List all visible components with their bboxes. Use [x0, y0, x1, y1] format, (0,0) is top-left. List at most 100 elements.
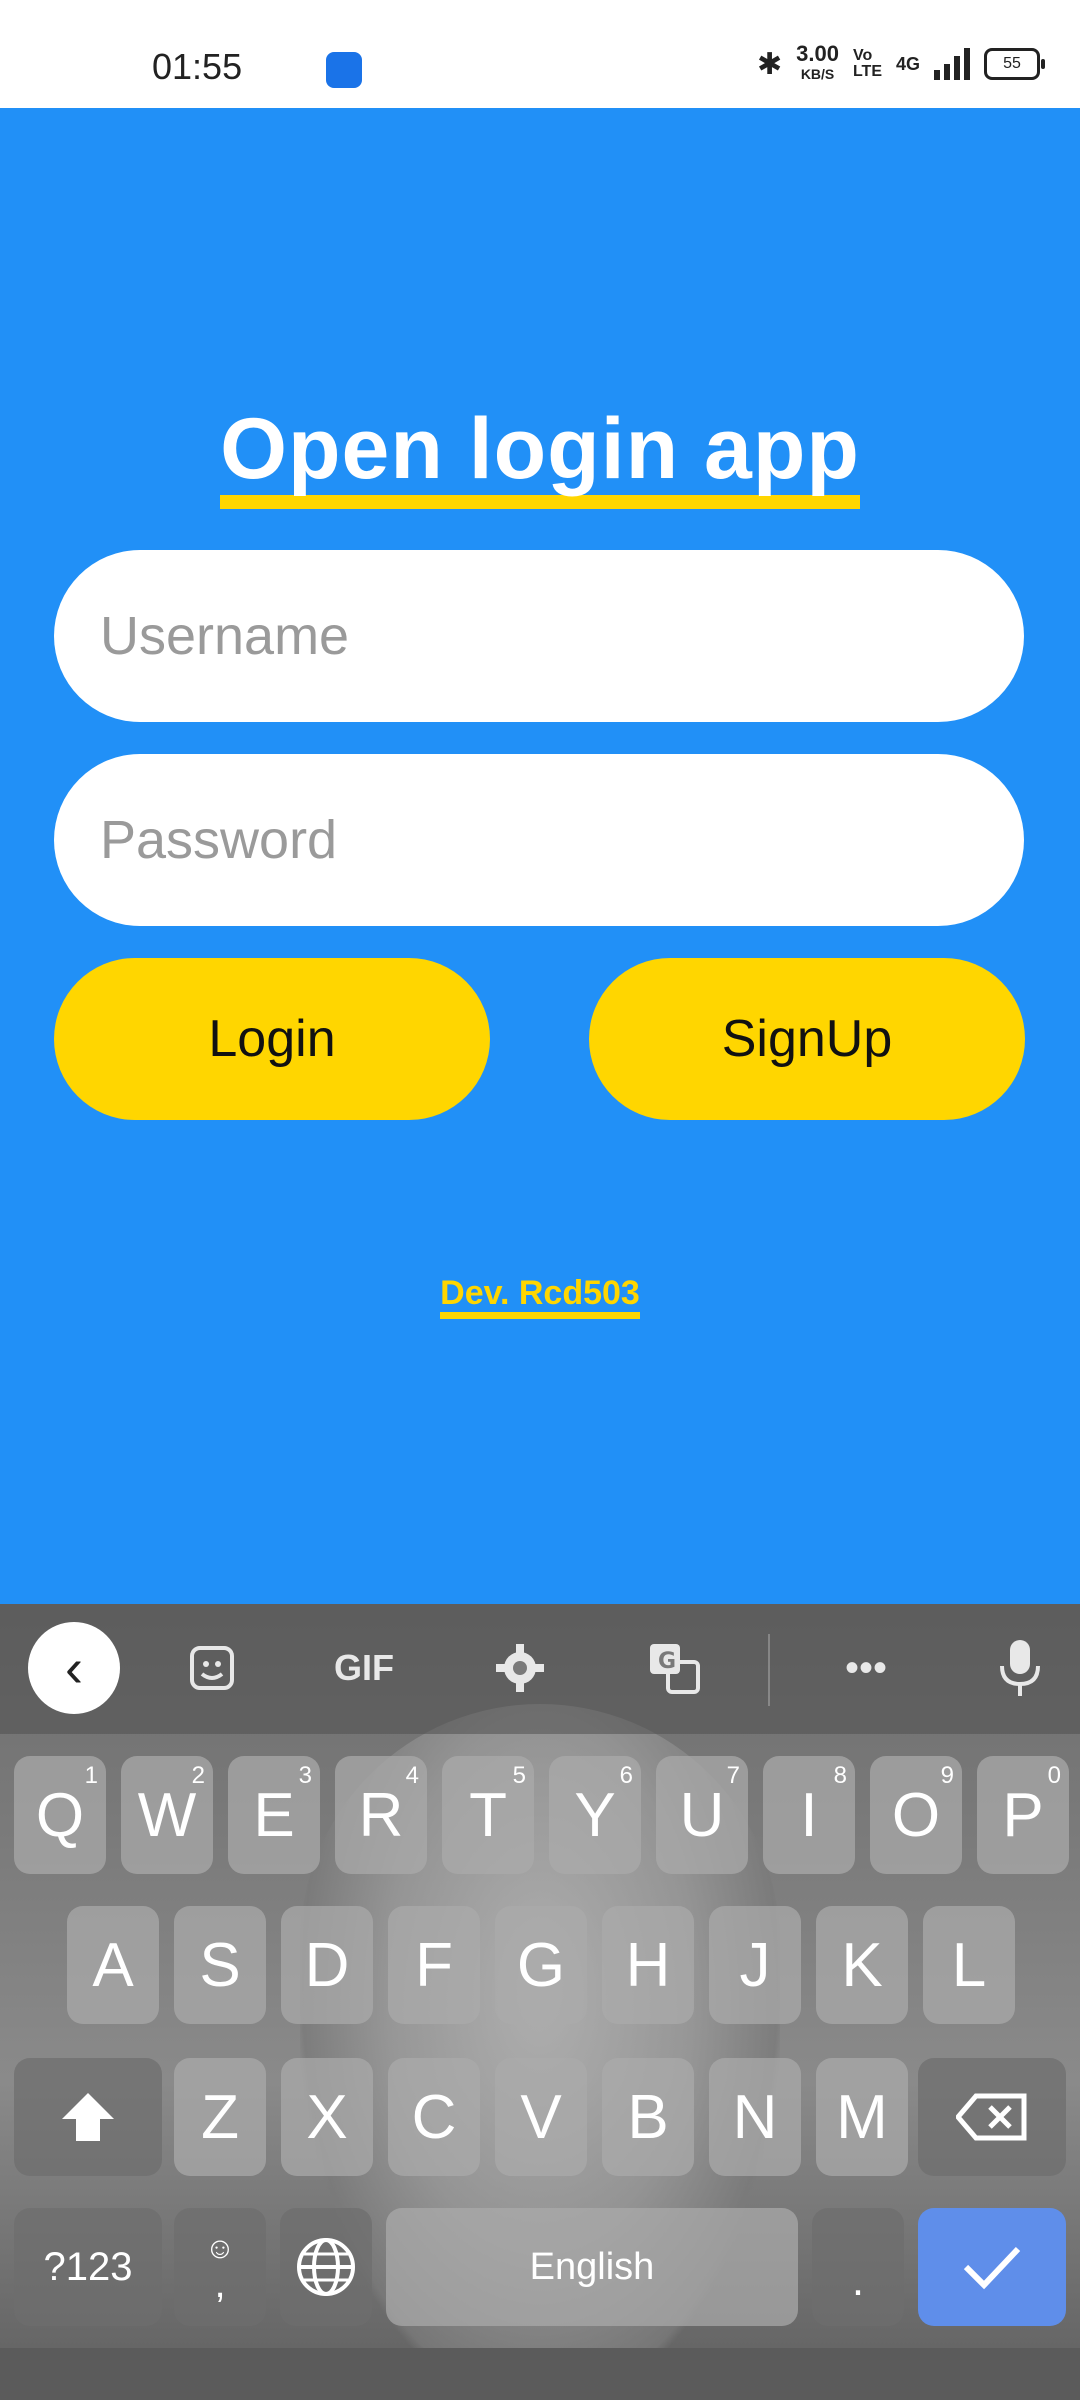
key-q[interactable]: Q1 — [14, 1756, 106, 1874]
sticker-icon[interactable] — [166, 1622, 258, 1714]
keyboard-toolbar: ‹ GIF G ••• — [0, 1604, 1080, 1734]
on-screen-keyboard: ‹ GIF G ••• ?123 ☺ , English . Q 1 W 2 E… — [0, 1604, 1080, 2400]
key-z[interactable]: Z — [174, 2058, 266, 2176]
key-u[interactable]: U7 — [656, 1756, 748, 1874]
key-f[interactable]: F — [388, 1906, 480, 2024]
key-s[interactable]: S — [174, 1906, 266, 2024]
key-y[interactable]: Y6 — [549, 1756, 641, 1874]
key-l[interactable]: L — [923, 1906, 1015, 2024]
key-label: Z — [201, 2082, 239, 2152]
key-label: Q — [35, 1780, 85, 1850]
signal-icon — [934, 48, 970, 80]
space-bar[interactable]: English — [386, 2208, 798, 2326]
settings-gear-icon[interactable] — [474, 1622, 566, 1714]
key-d[interactable]: D — [281, 1906, 373, 2024]
password-input[interactable] — [54, 754, 1024, 926]
key-label: J — [739, 1930, 771, 2000]
key-label: F — [415, 1930, 453, 2000]
battery-icon: 55 — [984, 48, 1045, 80]
key-label: X — [306, 2082, 348, 2152]
key-label: C — [411, 2082, 457, 2152]
key-e[interactable]: E3 — [228, 1756, 320, 1874]
key-r[interactable]: R4 — [335, 1756, 427, 1874]
key-label: N — [732, 2082, 778, 2152]
key-label: H — [625, 1930, 671, 2000]
username-input[interactable] — [54, 550, 1024, 722]
network-type: 4G — [895, 53, 920, 74]
status-time: 01:55 — [152, 46, 243, 87]
symbols-key[interactable]: ?123 — [14, 2208, 162, 2326]
network-speed-value: 3.00 — [796, 41, 839, 66]
key-number-hint: 0 — [1047, 1762, 1061, 1789]
developer-credit-link[interactable]: Dev. Rcd503 — [440, 1274, 640, 1319]
microphone-icon[interactable] — [974, 1622, 1066, 1714]
key-number-hint: 7 — [726, 1762, 740, 1789]
key-n[interactable]: N — [709, 2058, 801, 2176]
key-number-hint: 3 — [298, 1762, 312, 1789]
key-label: T — [469, 1780, 507, 1850]
login-button[interactable]: Login — [54, 958, 490, 1120]
key-i[interactable]: I8 — [763, 1756, 855, 1874]
toolbar-divider — [768, 1634, 770, 1706]
key-label: M — [836, 2082, 888, 2152]
key-w[interactable]: W2 — [121, 1756, 213, 1874]
key-number-hint: 1 — [84, 1762, 98, 1789]
enter-check-key[interactable] — [918, 2208, 1066, 2326]
key-label: P — [1002, 1780, 1044, 1850]
key-number-hint: 8 — [833, 1762, 847, 1789]
key-j[interactable]: J — [709, 1906, 801, 2024]
key-label: G — [516, 1930, 566, 2000]
key-label: A — [92, 1930, 134, 2000]
key-c[interactable]: C — [388, 2058, 480, 2176]
key-label: W — [137, 1780, 197, 1850]
key-v[interactable]: V — [495, 2058, 587, 2176]
globe-key[interactable] — [280, 2208, 372, 2326]
key-a[interactable]: A — [67, 1906, 159, 2024]
key-label: O — [891, 1780, 941, 1850]
network-speed-unit: KB/S — [800, 66, 835, 82]
key-label: Y — [574, 1780, 616, 1850]
gif-button[interactable]: GIF — [318, 1622, 410, 1714]
volte-top: Vo — [852, 47, 873, 64]
key-o[interactable]: O9 — [870, 1756, 962, 1874]
status-bar: 01:55 ✱ 3.00 KB/S Vo LTE 4G 55 — [0, 0, 1080, 108]
key-label: K — [841, 1930, 883, 2000]
period-key[interactable]: . — [812, 2208, 904, 2326]
volte-indicator: Vo LTE — [853, 48, 882, 80]
translate-icon[interactable]: G — [628, 1622, 720, 1714]
key-m[interactable]: M — [816, 2058, 908, 2176]
emoji-comma-key[interactable]: ☺ , — [174, 2208, 266, 2326]
key-label: R — [358, 1780, 404, 1850]
svg-text:G: G — [658, 1649, 676, 1674]
key-label: D — [304, 1930, 350, 2000]
key-label: E — [253, 1780, 295, 1850]
key-label: U — [679, 1780, 725, 1850]
signup-button[interactable]: SignUp — [589, 958, 1025, 1120]
network-speed: 3.00 KB/S — [796, 41, 839, 84]
key-number-hint: 4 — [405, 1762, 419, 1789]
volte-bottom: LTE — [852, 63, 882, 80]
more-options-icon[interactable]: ••• — [820, 1622, 912, 1714]
key-g[interactable]: G — [495, 1906, 587, 2024]
key-label: L — [951, 1930, 987, 2000]
emoji-icon: ☺ — [204, 2232, 236, 2265]
navigation-bar — [0, 2348, 1080, 2400]
battery-level: 55 — [1003, 55, 1021, 72]
key-label: S — [199, 1930, 241, 2000]
backspace-key[interactable] — [918, 2058, 1066, 2176]
key-h[interactable]: H — [602, 1906, 694, 2024]
key-b[interactable]: B — [602, 2058, 694, 2176]
key-p[interactable]: P0 — [977, 1756, 1069, 1874]
shift-key[interactable] — [14, 2058, 162, 2176]
key-label: B — [627, 2082, 669, 2152]
key-number-hint: 9 — [940, 1762, 954, 1789]
key-x[interactable]: X — [281, 2058, 373, 2176]
key-t[interactable]: T5 — [442, 1756, 534, 1874]
back-chevron-icon[interactable]: ‹ — [28, 1622, 120, 1714]
key-label: I — [800, 1780, 818, 1850]
key-k[interactable]: K — [816, 1906, 908, 2024]
developer-credit: Dev. Rcd503 — [0, 1274, 1080, 1319]
bluetooth-icon: ✱ — [756, 47, 783, 81]
page-title: Open login app — [0, 400, 1080, 509]
key-label: V — [520, 2082, 562, 2152]
